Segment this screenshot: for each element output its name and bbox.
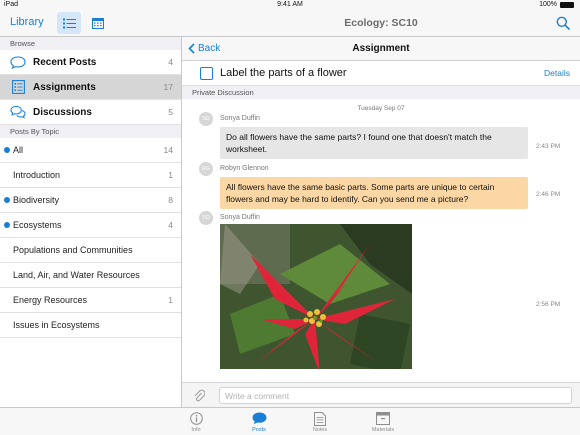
calendar-view-button[interactable] xyxy=(86,12,110,34)
topic-item-populations[interactable]: Populations and Communities xyxy=(0,238,181,263)
topic-label: Issues in Ecosystems xyxy=(13,320,100,330)
topic-label: Introduction xyxy=(13,170,61,180)
tab-materials[interactable]: Materials xyxy=(363,411,403,433)
item-count: 4 xyxy=(168,57,173,67)
tab-label: Materials xyxy=(371,427,395,433)
battery-percent: 100% xyxy=(539,1,557,8)
avatar: SD xyxy=(199,112,213,126)
topic-count: 8 xyxy=(168,195,173,205)
paperclip-icon[interactable] xyxy=(193,389,205,402)
assignment-list-icon xyxy=(10,80,26,94)
tab-notes[interactable]: Notes xyxy=(300,411,340,433)
message-thread[interactable]: Tuesday Sep 07 SD Sonya Duffin Do all fl… xyxy=(182,99,580,369)
topic-count: 4 xyxy=(168,220,173,230)
topic-item-introduction[interactable]: Introduction 1 xyxy=(0,163,181,188)
sender-name: Robyn Glennon xyxy=(220,165,269,172)
message-bubble: All flowers have the same basic parts. S… xyxy=(220,177,528,209)
info-icon xyxy=(189,412,203,425)
sidebar-item-discussions[interactable]: Discussions 5 xyxy=(0,100,181,125)
posts-bubble-icon xyxy=(252,412,266,425)
message-time: 2:46 PM xyxy=(536,191,561,198)
complete-checkbox[interactable] xyxy=(200,66,213,80)
topic-label: All xyxy=(13,145,24,155)
topic-count: 1 xyxy=(168,295,173,305)
browse-header: Browse xyxy=(0,37,181,50)
avatar: RG xyxy=(199,162,213,176)
assignment-title: Label the parts of a flower xyxy=(220,67,347,79)
notes-icon xyxy=(314,411,326,426)
message-time: 2:43 PM xyxy=(536,143,561,150)
topic-item-biodiversity[interactable]: Biodiversity 8 xyxy=(0,188,181,213)
sidebar-item-label: Recent Posts xyxy=(33,56,97,68)
bottom-tab-bar: Info Posts Notes Materials xyxy=(0,407,580,435)
details-link[interactable]: Details xyxy=(544,68,570,78)
chat-bubble-icon xyxy=(10,55,26,69)
status-bar: iPad 9:41 AM 100% xyxy=(0,0,580,10)
comment-input[interactable] xyxy=(219,387,572,404)
item-count: 5 xyxy=(168,107,173,117)
topic-label: Biodiversity xyxy=(13,195,60,205)
poinsettia-image xyxy=(220,224,412,369)
tab-label: Notes xyxy=(312,427,328,433)
unread-dot xyxy=(4,222,10,228)
date-separator: Tuesday Sep 07 xyxy=(357,105,405,112)
avatar: SD xyxy=(199,211,213,225)
discussion-bubbles-icon xyxy=(10,105,26,119)
item-count: 17 xyxy=(163,82,173,92)
assignment-header: Label the parts of a flower Details xyxy=(182,61,580,86)
comment-composer xyxy=(182,382,580,407)
topic-count: 14 xyxy=(163,145,173,155)
unread-dot xyxy=(4,197,10,203)
sender-name: Sonya Duffin xyxy=(220,214,260,221)
sidebar: Browse Recent Posts 4 Assignments 17 Dis… xyxy=(0,37,182,407)
status-time: 9:41 AM xyxy=(277,1,303,8)
search-icon[interactable] xyxy=(556,16,570,30)
topic-item-ecosystems[interactable]: Ecosystems 4 xyxy=(0,213,181,238)
topic-count: 1 xyxy=(168,170,173,180)
topic-item-all[interactable]: All 14 xyxy=(0,138,181,163)
tab-label: Posts xyxy=(252,427,266,433)
sidebar-item-assignments[interactable]: Assignments 17 xyxy=(0,75,181,100)
calendar-icon xyxy=(92,17,104,29)
tab-label: Info xyxy=(191,427,201,433)
materials-box-icon xyxy=(376,412,390,425)
topic-label: Ecosystems xyxy=(13,220,62,230)
topic-item-land-air-water[interactable]: Land, Air, and Water Resources xyxy=(0,263,181,288)
topics-header: Posts By Topic xyxy=(0,125,181,138)
top-nav-bar: Library Ecology: SC10 xyxy=(0,10,580,37)
assignment-pane: Back Assignment Label the parts of a flo… xyxy=(182,37,580,407)
message-bubble: Do all flowers have the same parts? I fo… xyxy=(220,127,528,159)
list-view-button[interactable] xyxy=(57,12,81,34)
assignment-nav-bar: Back Assignment xyxy=(182,37,580,61)
library-button[interactable]: Library xyxy=(10,16,44,28)
topic-item-energy-resources[interactable]: Energy Resources 1 xyxy=(0,288,181,313)
topic-item-issues[interactable]: Issues in Ecosystems xyxy=(0,313,181,338)
tab-posts[interactable]: Posts xyxy=(239,411,279,433)
battery-icon xyxy=(560,1,574,8)
sidebar-item-recent-posts[interactable]: Recent Posts 4 xyxy=(0,50,181,75)
sender-name: Sonya Duffin xyxy=(220,115,260,122)
topic-label: Land, Air, and Water Resources xyxy=(13,270,140,280)
tab-info[interactable]: Info xyxy=(176,411,216,433)
page-title: Assignment xyxy=(352,43,410,54)
list-icon xyxy=(62,18,76,28)
flower-photo[interactable] xyxy=(220,224,412,369)
course-title: Ecology: SC10 xyxy=(344,17,418,29)
topic-label: Energy Resources xyxy=(13,295,88,305)
sidebar-item-label: Assignments xyxy=(33,81,96,93)
message-time: 2:56 PM xyxy=(536,301,561,308)
topic-label: Populations and Communities xyxy=(13,245,133,255)
private-discussion-header: Private Discussion xyxy=(182,86,580,99)
unread-dot xyxy=(4,147,10,153)
sidebar-item-label: Discussions xyxy=(33,106,92,118)
